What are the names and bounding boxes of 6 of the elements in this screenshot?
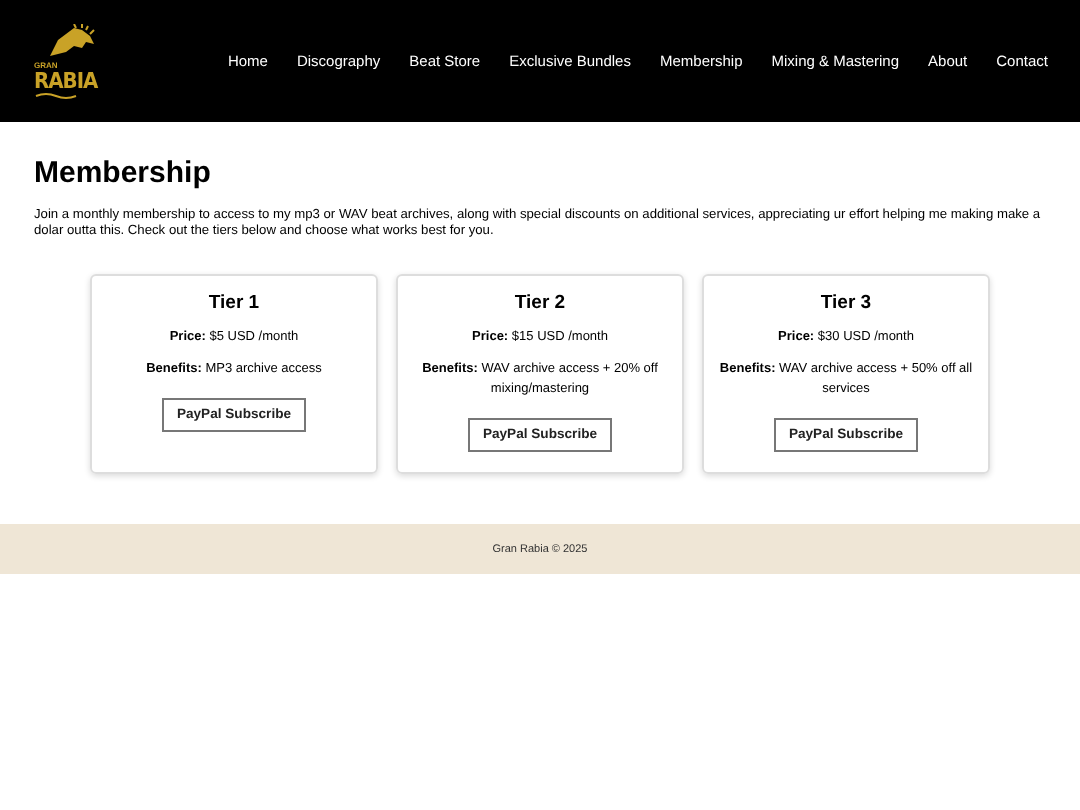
tier-title: Tier 2 (514, 292, 566, 315)
logo-text: RABIA (34, 69, 98, 91)
tier-title: Tier 3 (820, 292, 872, 315)
page-heading: Membership (34, 156, 213, 190)
flourish-icon (34, 91, 78, 99)
tier-title: Tier 1 (208, 292, 260, 315)
